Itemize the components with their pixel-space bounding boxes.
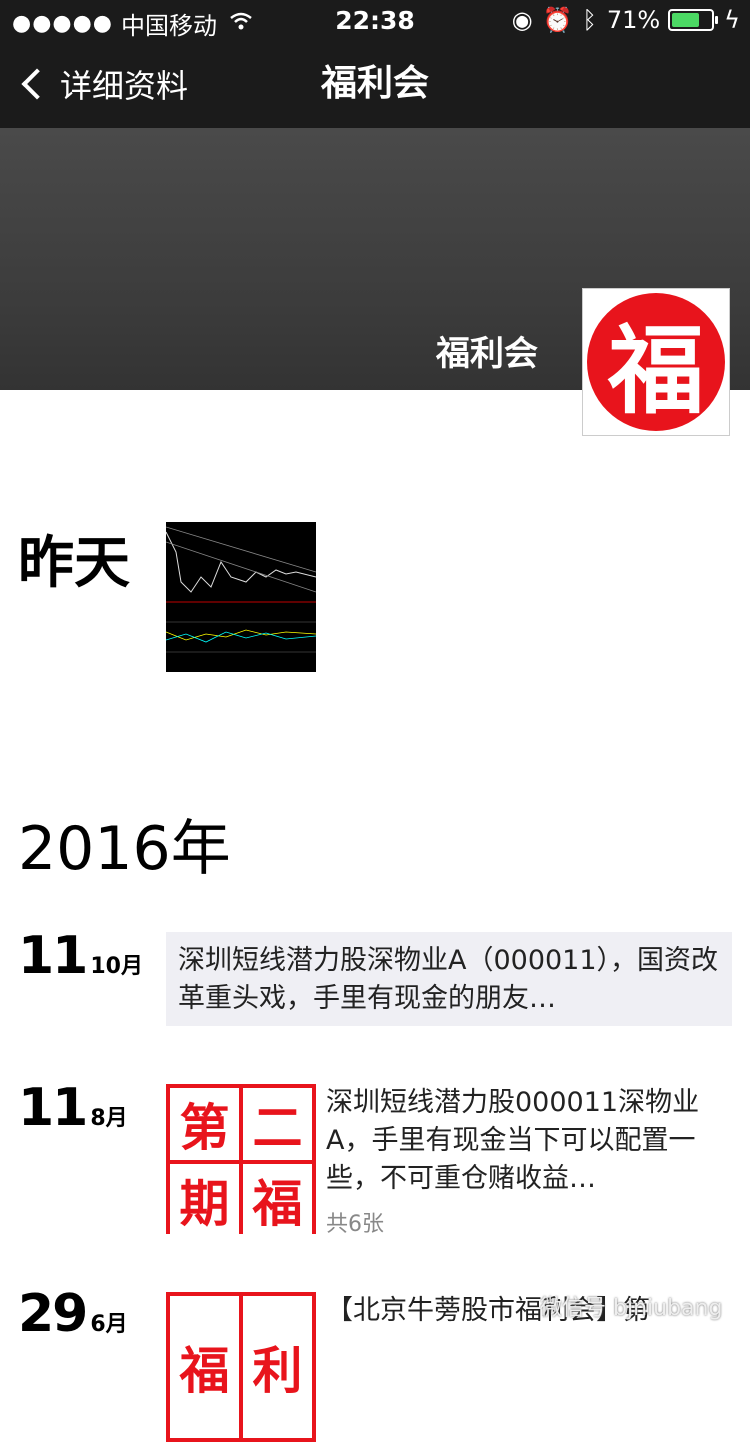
post-month: 10月 (90, 954, 143, 979)
battery-percent: 71% (606, 6, 661, 34)
page-title: 福利会 (320, 63, 429, 104)
post-image-thumbnail[interactable]: 福 利 (166, 1292, 316, 1442)
rotation-lock-icon: ◉ (511, 6, 533, 34)
post-date: 11 8月 (18, 1078, 128, 1138)
alarm-icon: ⏰ (542, 6, 573, 34)
day-label: 昨天 (18, 531, 130, 596)
thumb-char: 第 (170, 1088, 239, 1160)
post-month: 6月 (90, 1312, 128, 1337)
profile-name: 福利会 (436, 334, 538, 374)
thumb-char: 福 (170, 1296, 239, 1438)
thumb-char: 利 (243, 1296, 312, 1438)
stock-chart-thumbnail[interactable] (165, 522, 317, 672)
status-bar: ●●●●● 中国移动 22:38 ◉ ⏰ ᛒ 71% ϟ (0, 0, 750, 40)
post-day: 11 (18, 926, 88, 986)
watermark: 微信号 bjniubang (540, 1296, 723, 1321)
avatar[interactable]: 福 (582, 288, 730, 436)
post-image-thumbnail[interactable]: 第 二 期 福 (166, 1084, 316, 1236)
thumb-char: 福 (243, 1164, 312, 1236)
charging-icon: ϟ (724, 6, 740, 34)
text-post-card[interactable]: 深圳短线潜力股深物业A（000011），国资改革重头戏，手里有现金的朋友… (166, 932, 732, 1026)
thumb-char: 期 (170, 1164, 239, 1236)
post-day: 29 (18, 1284, 88, 1344)
post-date: 29 6月 (18, 1284, 128, 1344)
battery-icon (668, 9, 719, 31)
post-month: 8月 (90, 1106, 128, 1131)
nav-bar: 详细资料 福利会 (0, 40, 750, 128)
post-date: 11 10月 (18, 926, 143, 986)
bluetooth-icon: ᛒ (582, 6, 597, 34)
avatar-seal: 福 (587, 293, 725, 431)
year-label: 2016年 (18, 814, 231, 884)
image-count: 共6张 (326, 1212, 384, 1237)
status-right: ◉ ⏰ ᛒ 71% ϟ (502, 6, 740, 34)
post-day: 11 (18, 1078, 88, 1138)
thumb-char: 二 (243, 1088, 312, 1160)
post-text[interactable]: 深圳短线潜力股000011深物业A，手里有现金当下可以配置一些，不可重仓赌收益… (326, 1084, 726, 1198)
